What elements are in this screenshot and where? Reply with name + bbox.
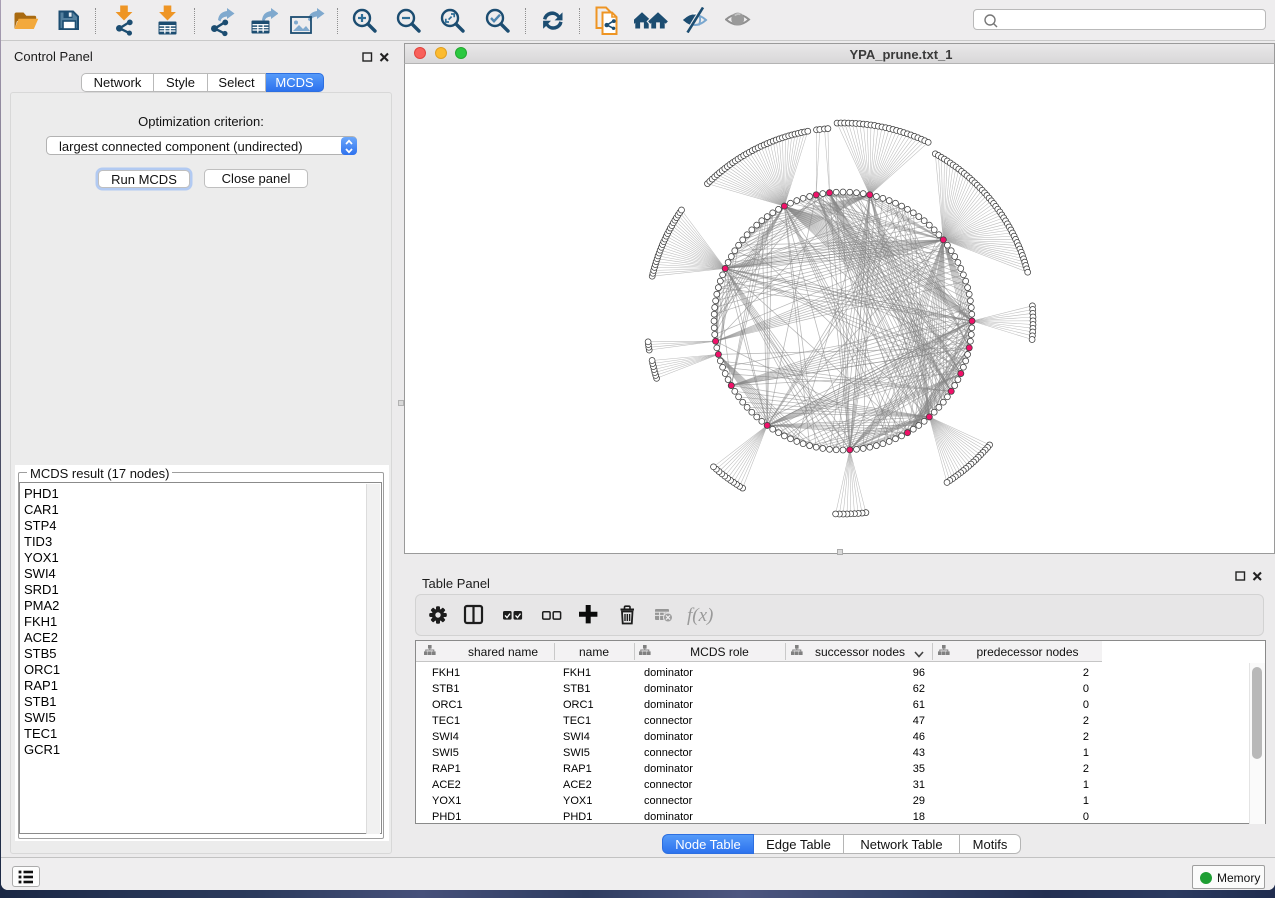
svg-text:f(x): f(x)	[687, 605, 713, 626]
